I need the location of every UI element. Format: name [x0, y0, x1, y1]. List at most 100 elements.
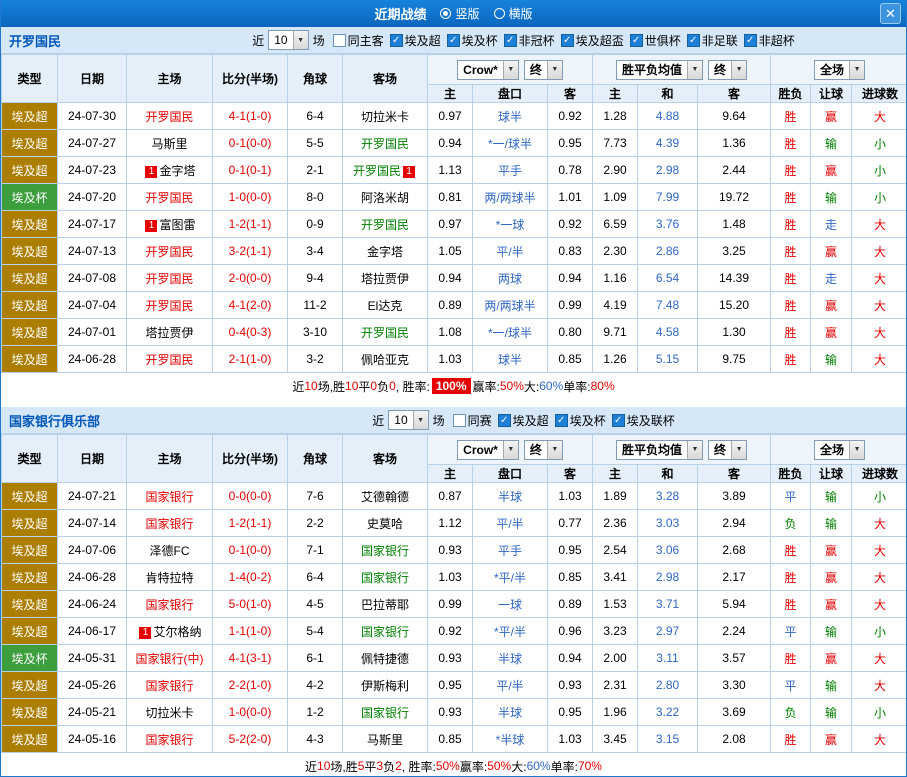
match-count-dropdown[interactable]: 10 ▼: [268, 30, 308, 50]
handicap-result-cell: 赢: [811, 238, 852, 265]
layout-radio-vertical[interactable]: 竖版: [440, 5, 479, 22]
filter-list: 同赛✓埃及超✓埃及杯✓埃及联杯: [453, 412, 675, 429]
filter-item[interactable]: ✓埃及超: [390, 32, 441, 49]
home-odds-cell: 0.92: [428, 618, 473, 645]
avg-draw-cell: 7.99: [638, 184, 698, 211]
close-button[interactable]: ✕: [880, 3, 901, 24]
bookmaker-dropdown[interactable]: Crow* ▼: [457, 440, 519, 460]
team-name: 阿洛米胡: [361, 191, 409, 205]
summary-line: 近10场,胜10平0负0, 胜率: 100% 赢率:50% 大:60% 单率:8…: [1, 373, 906, 399]
dialog-title: 近期战绩: [374, 4, 426, 23]
team-name: 马斯里: [151, 137, 187, 151]
date-cell: 24-05-31: [58, 645, 127, 672]
filter-item[interactable]: ✓埃及杯: [555, 412, 606, 429]
league-type-cell: 埃及超: [2, 238, 58, 265]
summary-segment: , 胜率:: [396, 378, 430, 395]
filter-item[interactable]: ✓埃及联杯: [612, 412, 675, 429]
filter-checkbox[interactable]: [333, 34, 346, 47]
filter-bar: 近 10 ▼ 场 同主客✓埃及超✓埃及杯✓非冠杯✓埃及超盃✓世俱杯✓非足联✓非超…: [141, 30, 906, 50]
layout-radio-horizontal[interactable]: 横版: [494, 5, 533, 22]
home-odds-cell: 0.94: [428, 265, 473, 292]
filter-checkbox[interactable]: ✓: [498, 414, 511, 427]
score-cell: 5-2(2-0): [213, 726, 288, 753]
col-header-corner: 角球: [288, 435, 343, 483]
avg-home-cell: 2.30: [593, 238, 638, 265]
avg-stage-dropdown[interactable]: 终 ▼: [708, 440, 747, 460]
summary-segment: 负: [377, 378, 389, 395]
goals-cell: 大: [852, 645, 907, 672]
handicap-result-cell: 走: [811, 211, 852, 238]
filter-item[interactable]: ✓埃及杯: [447, 32, 498, 49]
filter-checkbox[interactable]: ✓: [555, 414, 568, 427]
corner-cell: 3-10: [288, 319, 343, 346]
team-name: 开罗国民: [145, 299, 193, 313]
filter-checkbox[interactable]: ✓: [447, 34, 460, 47]
filter-item[interactable]: ✓非冠杯: [504, 32, 555, 49]
away-team-cell: 开罗国民: [343, 319, 428, 346]
home-odds-cell: 0.93: [428, 645, 473, 672]
avg-home-cell: 3.23: [593, 618, 638, 645]
filter-checkbox[interactable]: ✓: [612, 414, 625, 427]
chevron-down-icon: ▼: [849, 61, 864, 79]
away-odds-cell: 0.80: [548, 319, 593, 346]
goals-cell: 大: [852, 292, 907, 319]
avg-away-cell: 5.94: [698, 591, 771, 618]
scope-dropdown[interactable]: 全场 ▼: [814, 440, 865, 460]
filter-checkbox[interactable]: ✓: [744, 34, 757, 47]
team-name: 国家银行: [145, 517, 193, 531]
match-row: 埃及超24-07-30开罗国民4-1(1-0)6-4切拉米卡0.97球半0.92…: [2, 103, 907, 130]
filter-item[interactable]: ✓埃及超盃: [561, 32, 624, 49]
filter-list: 同主客 ✓埃及超 ✓埃及杯 ✓非冠杯 ✓埃及超盃 ✓世俱杯 ✓非足联 ✓非超杯: [333, 32, 795, 49]
match-count-dropdown[interactable]: 10 ▼: [388, 410, 428, 430]
handicap-result-cell: 输: [811, 346, 852, 373]
score-cell: 3-2(1-1): [213, 238, 288, 265]
avg-away-cell: 19.72: [698, 184, 771, 211]
league-type-cell: 埃及杯: [2, 184, 58, 211]
filter-item[interactable]: 同赛: [453, 412, 492, 429]
league-type-cell: 埃及超: [2, 537, 58, 564]
scope-dropdown[interactable]: 全场 ▼: [814, 60, 865, 80]
chevron-down-icon: ▼: [849, 441, 864, 459]
match-row: 埃及杯24-07-20开罗国民1-0(0-0)8-0阿洛米胡0.81两/两球半1…: [2, 184, 907, 211]
result-cell: 胜: [771, 130, 811, 157]
filter-checkbox[interactable]: ✓: [687, 34, 700, 47]
filter-label: 埃及超: [513, 412, 549, 429]
home-odds-cell: 0.85: [428, 726, 473, 753]
col-header-away: 客场: [343, 55, 428, 103]
filter-checkbox[interactable]: ✓: [630, 34, 643, 47]
handicap-result-cell: 赢: [811, 537, 852, 564]
match-row: 埃及超24-07-21国家银行0-0(0-0)7-6艾德翰德0.87半球1.03…: [2, 483, 907, 510]
avg-type-dropdown[interactable]: 胜平负均值 ▼: [616, 60, 703, 80]
avg-type-dropdown[interactable]: 胜平负均值 ▼: [616, 440, 703, 460]
filter-checkbox[interactable]: ✓: [390, 34, 403, 47]
score-cell: 5-0(1-0): [213, 591, 288, 618]
odds-stage-dropdown[interactable]: 终 ▼: [524, 60, 563, 80]
filter-checkbox[interactable]: ✓: [504, 34, 517, 47]
team-name: 开罗国民: [145, 353, 193, 367]
away-odds-cell: 0.85: [548, 346, 593, 373]
col-header-date: 日期: [58, 55, 127, 103]
filter-item[interactable]: ✓埃及超: [498, 412, 549, 429]
match-row: 埃及超24-05-21切拉米卡1-0(0-0)1-2国家银行0.93半球0.95…: [2, 699, 907, 726]
filter-checkbox[interactable]: ✓: [561, 34, 574, 47]
filter-item[interactable]: ✓非超杯: [744, 32, 795, 49]
col-header-away: 客场: [343, 435, 428, 483]
filter-item[interactable]: ✓非足联: [687, 32, 738, 49]
avg-draw-cell: 4.39: [638, 130, 698, 157]
odds-stage-dropdown[interactable]: 终 ▼: [524, 440, 563, 460]
away-odds-cell: 0.99: [548, 292, 593, 319]
corner-cell: 8-0: [288, 184, 343, 211]
avg-draw-cell: 2.86: [638, 238, 698, 265]
away-odds-cell: 1.03: [548, 483, 593, 510]
filter-item[interactable]: ✓世俱杯: [630, 32, 681, 49]
filter-item[interactable]: 同主客: [333, 32, 384, 49]
avg-stage-dropdown[interactable]: 终 ▼: [708, 60, 747, 80]
score-cell: 2-0(0-0): [213, 265, 288, 292]
bookmaker-dropdown[interactable]: Crow* ▼: [457, 60, 519, 80]
away-odds-cell: 0.95: [548, 130, 593, 157]
match-rows: 埃及超24-07-30开罗国民4-1(1-0)6-4切拉米卡0.97球半0.92…: [2, 103, 907, 373]
scope-header: 全场 ▼: [771, 55, 907, 85]
filter-checkbox[interactable]: [453, 414, 466, 427]
home-team-cell: 国家银行: [127, 510, 213, 537]
handicap-result-cell: 赢: [811, 726, 852, 753]
